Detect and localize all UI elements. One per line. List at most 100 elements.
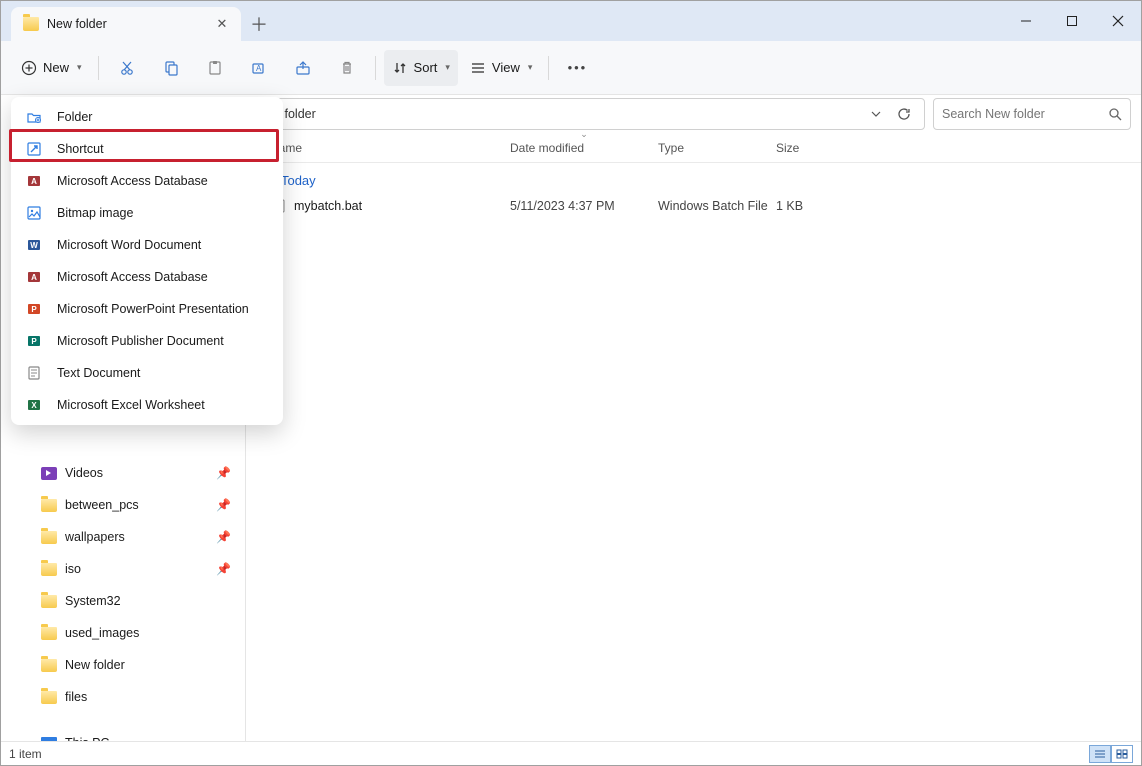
new-context-menu: Folder Shortcut A Microsoft Access Database…	[11, 97, 283, 425]
sidebar-item[interactable]: files	[1, 681, 245, 713]
pin-icon: 📌	[216, 466, 231, 480]
menu-item-word[interactable]: WMicrosoft Word Document	[11, 229, 283, 261]
menu-item-label: Folder	[57, 110, 92, 124]
menu-item-label: Microsoft Word Document	[57, 238, 201, 252]
sort-button[interactable]: Sort ▾	[384, 50, 458, 86]
view-button[interactable]: View ▾	[462, 50, 540, 86]
tab-close-button[interactable]: ✕	[215, 17, 229, 31]
search-input[interactable]	[942, 107, 1108, 121]
menu-item-label: Microsoft Access Database	[57, 174, 208, 188]
ellipsis-icon: •••	[568, 60, 588, 75]
toolbar: New ▾ A Sort ▾ View ▾ •••	[1, 41, 1141, 95]
menu-item-label: Microsoft Publisher Document	[57, 334, 224, 348]
excel-icon: X	[25, 396, 43, 414]
file-list-pane: Name ⌄Date modified Type Size ˅ Today my…	[245, 133, 1141, 741]
sidebar-item[interactable]: between_pcs 📌	[1, 489, 245, 521]
rename-button[interactable]: A	[239, 50, 279, 86]
sidebar-item-label: between_pcs	[65, 498, 139, 512]
refresh-button[interactable]	[890, 100, 918, 128]
folder-icon	[41, 499, 57, 512]
column-size[interactable]: Size	[776, 141, 856, 155]
menu-item-label: Text Document	[57, 366, 140, 380]
bitmap-icon	[25, 204, 43, 222]
search-box[interactable]	[933, 98, 1131, 130]
menu-item-label: Bitmap image	[57, 206, 133, 220]
file-row[interactable]: mybatch.bat5/11/2023 4:37 PMWindows Batc…	[246, 192, 1141, 220]
sidebar-item[interactable]: ›This PC	[1, 727, 245, 741]
sidebar-item[interactable]: used_images	[1, 617, 245, 649]
tab-active[interactable]: New folder ✕	[11, 7, 241, 41]
chevron-down-icon: ▾	[77, 62, 82, 73]
sidebar-item[interactable]: Videos 📌	[1, 457, 245, 489]
sidebar-item[interactable]: iso📌	[1, 553, 245, 585]
access-icon: A	[25, 268, 43, 286]
details-view-button[interactable]	[1089, 745, 1111, 763]
menu-item-shortcut[interactable]: Shortcut	[11, 133, 283, 165]
search-icon	[1108, 107, 1122, 121]
thumbnails-view-button[interactable]	[1111, 745, 1133, 763]
folder-icon	[41, 691, 57, 704]
more-button[interactable]: •••	[557, 50, 597, 86]
window-controls	[1003, 1, 1141, 41]
sidebar-item[interactable]: wallpapers📌	[1, 521, 245, 553]
sidebar-item-label: files	[65, 690, 87, 704]
menu-item-bitmap[interactable]: Bitmap image	[11, 197, 283, 229]
svg-text:P: P	[31, 305, 37, 314]
delete-button[interactable]	[327, 50, 367, 86]
group-header-today[interactable]: ˅ Today	[246, 163, 1141, 192]
menu-item-label: Microsoft Access Database	[57, 270, 208, 284]
chevron-down-icon: ▾	[528, 62, 533, 73]
sidebar-item-label: Videos	[65, 466, 103, 480]
svg-text:A: A	[256, 64, 262, 73]
close-window-button[interactable]	[1095, 1, 1141, 41]
svg-text:A: A	[31, 273, 37, 282]
breadcrumb: w folder	[272, 107, 862, 121]
videos-icon	[41, 467, 57, 480]
menu-item-access[interactable]: A Microsoft Access Database	[11, 261, 283, 293]
file-size: 1 KB	[776, 199, 856, 213]
pin-icon: 📌	[216, 498, 231, 512]
status-bar: 1 item	[1, 741, 1141, 765]
pub-icon: P	[25, 332, 43, 350]
column-headers[interactable]: Name ⌄Date modified Type Size	[246, 133, 1141, 163]
paste-icon	[207, 60, 223, 76]
rename-icon: A	[251, 60, 267, 76]
folder-icon	[41, 659, 57, 672]
menu-item-ppt[interactable]: PMicrosoft PowerPoint Presentation	[11, 293, 283, 325]
paste-button[interactable]	[195, 50, 235, 86]
svg-text:X: X	[31, 401, 37, 410]
copy-button[interactable]	[151, 50, 191, 86]
menu-item-label: Shortcut	[57, 142, 104, 156]
folder-icon	[41, 531, 57, 544]
share-icon	[295, 60, 311, 76]
share-button[interactable]	[283, 50, 323, 86]
maximize-button[interactable]	[1049, 1, 1095, 41]
address-bar[interactable]: w folder	[261, 98, 925, 130]
new-tab-button[interactable]: ＋	[241, 7, 277, 41]
menu-item-txt[interactable]: Text Document	[11, 357, 283, 389]
sidebar-item-label: System32	[65, 594, 121, 608]
item-count: 1 item	[9, 747, 42, 761]
view-mode-toggle	[1089, 745, 1133, 763]
column-date[interactable]: ⌄Date modified	[510, 141, 658, 155]
address-history-button[interactable]	[862, 100, 890, 128]
ppt-icon: P	[25, 300, 43, 318]
sort-arrow-icon: ⌄	[580, 129, 588, 140]
folder-icon	[23, 17, 39, 31]
menu-item-excel[interactable]: XMicrosoft Excel Worksheet	[11, 389, 283, 421]
folder-icon	[41, 627, 57, 640]
sidebar-item[interactable]: System32	[1, 585, 245, 617]
sort-label: Sort	[414, 60, 438, 75]
cut-button[interactable]	[107, 50, 147, 86]
menu-item-folder-new[interactable]: Folder	[11, 101, 283, 133]
new-button[interactable]: New ▾	[13, 50, 90, 86]
column-type[interactable]: Type	[658, 141, 776, 155]
trash-icon	[339, 60, 355, 76]
menu-item-access[interactable]: AMicrosoft Access Database	[11, 165, 283, 197]
sidebar-item[interactable]: New folder	[1, 649, 245, 681]
menu-item-pub[interactable]: P Microsoft Publisher Document	[11, 325, 283, 357]
column-name[interactable]: Name	[270, 141, 510, 155]
minimize-button[interactable]	[1003, 1, 1049, 41]
sidebar-item-label: used_images	[65, 626, 139, 640]
view-label: View	[492, 60, 520, 75]
